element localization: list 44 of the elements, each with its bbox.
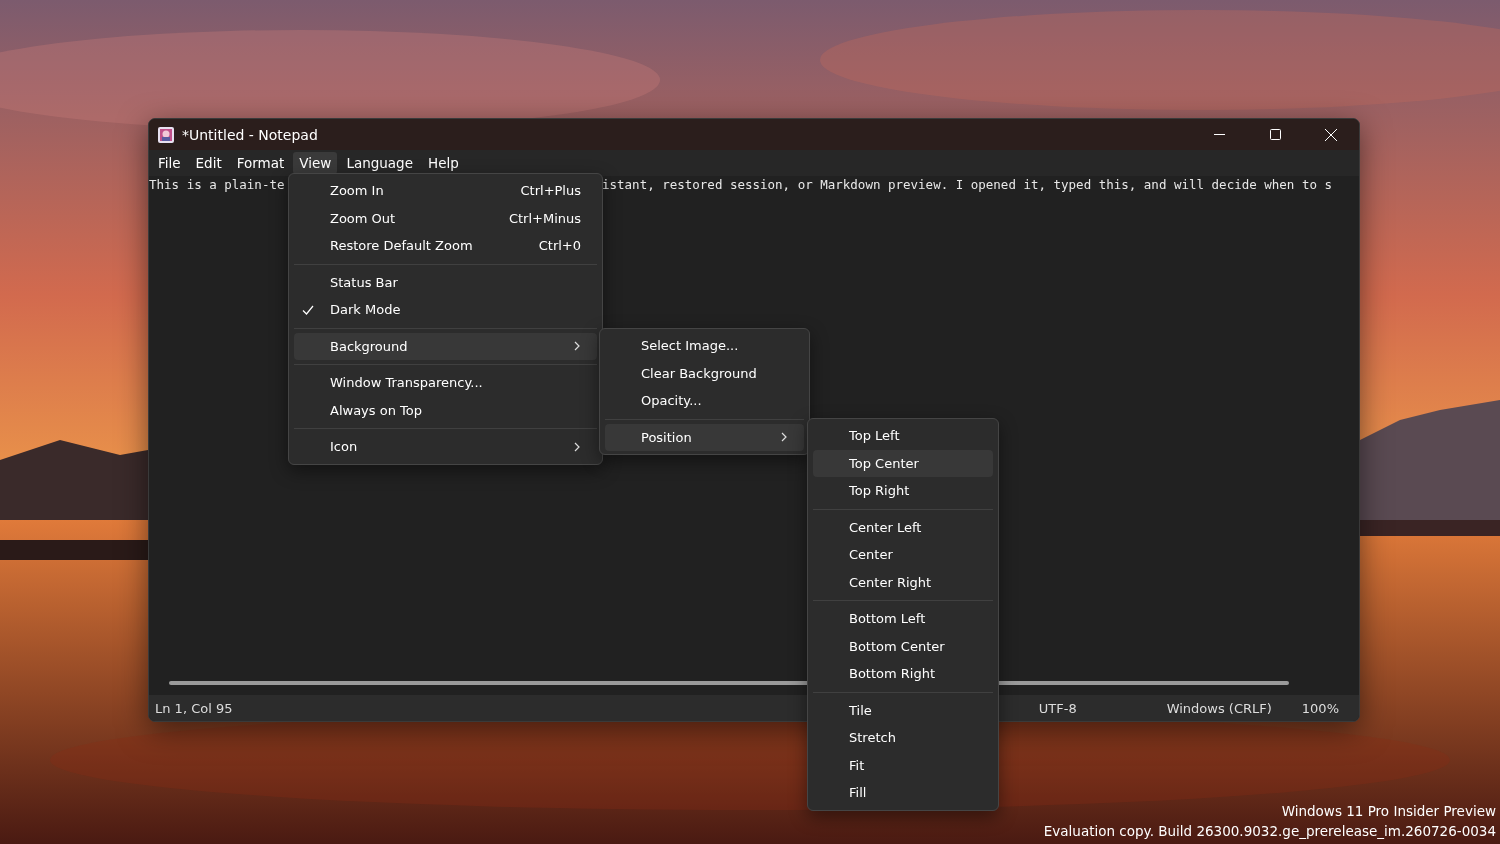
menu-item[interactable]: Fit <box>813 751 993 779</box>
menu-item[interactable]: Opacity... <box>605 387 804 415</box>
menu-bar-item[interactable]: View <box>293 152 338 174</box>
editor-text: istant, restored session, or Markdown preview. I opened it, typed this, and will decide when to s <box>602 176 1332 194</box>
menu-item[interactable]: Bottom Right <box>813 660 993 688</box>
menu-item[interactable]: Zoom In Ctrl+Plus <box>294 177 597 205</box>
menu-bar-item[interactable]: Help <box>422 152 465 174</box>
maximize-icon <box>1269 129 1281 140</box>
encoding-label: UTF-8 <box>1038 700 1077 716</box>
desktop-watermark-text: Windows 11 Pro Insider Preview <box>1280 802 1496 821</box>
menu-item[interactable]: Bottom Left <box>813 605 993 633</box>
menu-item[interactable]: Status Bar <box>294 268 597 296</box>
menu-item[interactable]: Restore Default Zoom Ctrl+0 <box>294 232 597 260</box>
menu-item[interactable]: Top Left <box>813 422 993 450</box>
editor-text: This is a plain-te <box>149 176 285 194</box>
menu-item[interactable]: Center <box>813 541 993 569</box>
menu-item[interactable]: Background <box>294 332 597 360</box>
menu-item[interactable]: Stretch <box>813 724 993 752</box>
menu-bar-item[interactable]: Language <box>340 152 419 174</box>
desktop-watermark-text: Evaluation copy. Build 26300.9032.ge_prerelease_im.260726-0034 <box>1043 822 1496 841</box>
menu-item[interactable]: Center Right <box>813 568 993 596</box>
menu-item[interactable]: Top Right <box>813 477 993 505</box>
close-icon <box>1325 128 1337 141</box>
menu-item[interactable]: Dark Mode <box>294 296 597 324</box>
menu-item[interactable]: Center Left <box>813 513 993 541</box>
line-ending-label: Windows (CRLF) <box>1166 700 1272 716</box>
menu-item[interactable]: Clear Background <box>605 359 804 387</box>
menu-item[interactable]: Fill <box>813 779 993 807</box>
menu-item[interactable]: Window Transparency... <box>294 369 597 397</box>
menu-bar-item[interactable]: Format <box>230 152 291 174</box>
menu-item[interactable]: Select Image... <box>605 332 804 360</box>
zoom-level: 100% <box>1301 700 1339 716</box>
menu-item[interactable]: Tile <box>813 696 993 724</box>
menu-item[interactable]: Position <box>605 423 804 451</box>
cursor-position: Ln 1, Col 95 <box>155 700 233 716</box>
menu-item[interactable]: Zoom Out Ctrl+Minus <box>294 204 597 232</box>
menu-item[interactable]: Top Center <box>813 449 993 477</box>
menu-bar-item[interactable]: File <box>152 152 187 174</box>
app-icon <box>157 125 175 144</box>
menu-item[interactable]: Icon <box>294 433 597 461</box>
menu-item[interactable]: Always on Top <box>294 396 597 424</box>
menu-bar-item[interactable]: Edit <box>189 152 228 174</box>
window-title: *Untitled - Notepad <box>182 126 318 143</box>
menu-item[interactable]: Bottom Center <box>813 632 993 660</box>
